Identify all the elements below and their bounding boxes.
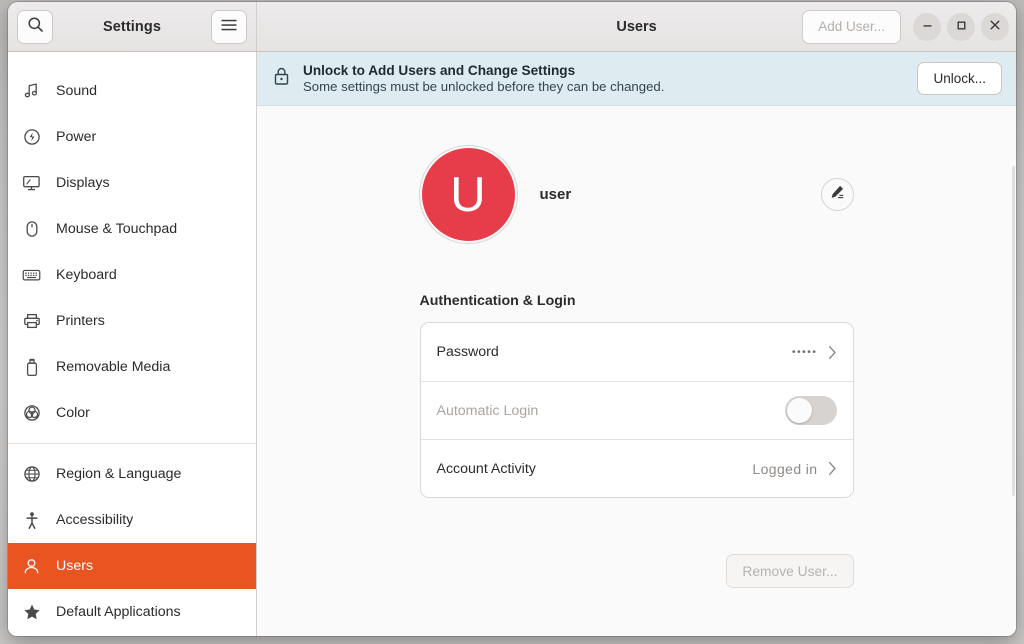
minimize-button[interactable]	[913, 12, 941, 41]
color-wheel-icon	[22, 404, 41, 423]
accessibility-icon	[22, 511, 41, 530]
edit-avatar-button[interactable]	[820, 178, 854, 211]
chevron-right-icon	[828, 345, 837, 360]
auth-settings-list: Password ••••• Automatic Login Account Acti…	[419, 322, 854, 498]
sidebar-item-region-language[interactable]: Region & Language	[8, 451, 256, 497]
power-bolt-icon	[22, 128, 41, 147]
banner-text-group: Unlock to Add Users and Change Settings …	[303, 63, 664, 94]
minimize-icon	[922, 18, 933, 36]
app-title: Settings	[103, 18, 161, 35]
user-name: user	[539, 186, 572, 203]
unlock-button[interactable]: Unlock...	[917, 62, 1002, 95]
banner-subtitle: Some settings must be unlocked before th…	[303, 79, 665, 94]
settings-window: Settings Users Add User... Sound Power D…	[8, 2, 1016, 636]
settings-sidebar[interactable]: Sound Power Displays Mouse & Touchpad Keyboa…	[8, 52, 257, 636]
window-headerbar: Settings Users Add User...	[8, 2, 1016, 52]
list-row-password[interactable]: Password •••••	[421, 323, 853, 381]
sidebar-item-label: Displays	[56, 175, 110, 191]
automatic-login-toggle[interactable]	[784, 396, 837, 425]
unlock-banner: Unlock to Add Users and Change Settings …	[257, 52, 1016, 106]
hamburger-menu-icon	[221, 18, 237, 36]
banner-title: Unlock to Add Users and Change Settings	[303, 63, 576, 78]
maximize-button[interactable]	[947, 12, 975, 41]
user-header: U user	[419, 146, 854, 243]
maximize-icon	[956, 18, 967, 36]
user-icon	[22, 557, 41, 576]
toggle-knob	[786, 398, 812, 423]
sidebar-item-label: Mouse & Touchpad	[56, 221, 178, 237]
keyboard-icon	[22, 266, 41, 285]
sidebar-item-label: Power	[56, 129, 97, 145]
sidebar-item-accessibility[interactable]: Accessibility	[8, 497, 256, 543]
row-label: Account Activity	[436, 460, 536, 477]
sidebar-item-sound[interactable]: Sound	[8, 68, 256, 114]
list-row-account-activity[interactable]: Account Activity Logged in	[420, 439, 853, 497]
star-icon	[22, 603, 41, 622]
sidebar-separator	[8, 443, 256, 444]
users-scroll-pane: U user Authentication & Login Password •…	[257, 106, 1016, 636]
sidebar-item-label: Keyboard	[56, 267, 117, 283]
close-icon	[989, 18, 1001, 36]
sidebar-item-keyboard[interactable]: Keyboard	[8, 252, 256, 298]
add-user-button[interactable]: Add User...	[802, 9, 901, 44]
avatar[interactable]: U	[419, 146, 517, 243]
sidebar-item-label: Region & Language	[56, 466, 182, 482]
sidebar-item-mouse-touchpad[interactable]: Mouse & Touchpad	[8, 206, 256, 252]
monitor-icon	[22, 174, 41, 193]
sidebar-item-power[interactable]: Power	[8, 114, 256, 160]
remove-user-button[interactable]: Remove User...	[726, 554, 854, 588]
sidebar-item-label: Accessibility	[56, 512, 134, 528]
headerbar-content-section: Users Add User...	[257, 2, 1016, 51]
sidebar-item-removable-media[interactable]: Removable Media	[8, 344, 256, 390]
row-value: Logged in	[752, 460, 818, 477]
scrollbar-thumb[interactable]	[1012, 166, 1015, 496]
mouse-icon	[22, 220, 41, 239]
sidebar-item-label: Color	[56, 405, 90, 421]
sidebar-item-label: Users	[56, 558, 94, 574]
sidebar-item-displays[interactable]: Displays	[8, 160, 256, 206]
row-value: •••••	[791, 346, 818, 358]
sidebar-item-label: Default Applications	[56, 604, 181, 620]
list-row-automatic-login: Automatic Login	[420, 381, 853, 439]
sidebar-item-color[interactable]: Color	[8, 390, 256, 436]
row-label: Automatic Login	[436, 402, 539, 419]
remove-user-row: Remove User...	[420, 554, 854, 588]
sidebar-item-label: Sound	[56, 83, 98, 99]
vertical-scrollbar[interactable]	[1012, 106, 1016, 636]
printer-icon	[22, 312, 41, 331]
auth-section-title: Authentication & Login	[419, 293, 576, 309]
headerbar-sidebar-section: Settings	[8, 2, 257, 51]
sidebar-item-label: Removable Media	[56, 359, 171, 375]
main-menu-button[interactable]	[211, 9, 247, 44]
sidebar-item-printers[interactable]: Printers	[8, 298, 256, 344]
desktop-background: Settings Users Add User... Sound Power D…	[0, 0, 1024, 644]
globe-icon	[22, 465, 41, 484]
music-note-icon	[22, 82, 41, 101]
chevron-right-icon	[828, 461, 837, 476]
content-area: Unlock to Add Users and Change Settings …	[257, 52, 1016, 636]
search-button[interactable]	[17, 9, 53, 44]
sidebar-item-label: Printers	[56, 313, 105, 329]
window-body: Sound Power Displays Mouse & Touchpad Keyboa…	[8, 52, 1016, 636]
search-icon	[27, 16, 44, 38]
sidebar-item-default-applications[interactable]: Default Applications	[8, 589, 256, 635]
window-controls	[913, 12, 1009, 41]
usb-drive-icon	[22, 358, 41, 377]
pencil-edit-icon	[829, 184, 845, 205]
row-label: Password	[436, 344, 499, 360]
page-title: Users	[616, 18, 657, 35]
close-button[interactable]	[981, 12, 1009, 41]
lock-icon	[273, 66, 290, 91]
sidebar-item-users[interactable]: Users	[8, 543, 256, 589]
